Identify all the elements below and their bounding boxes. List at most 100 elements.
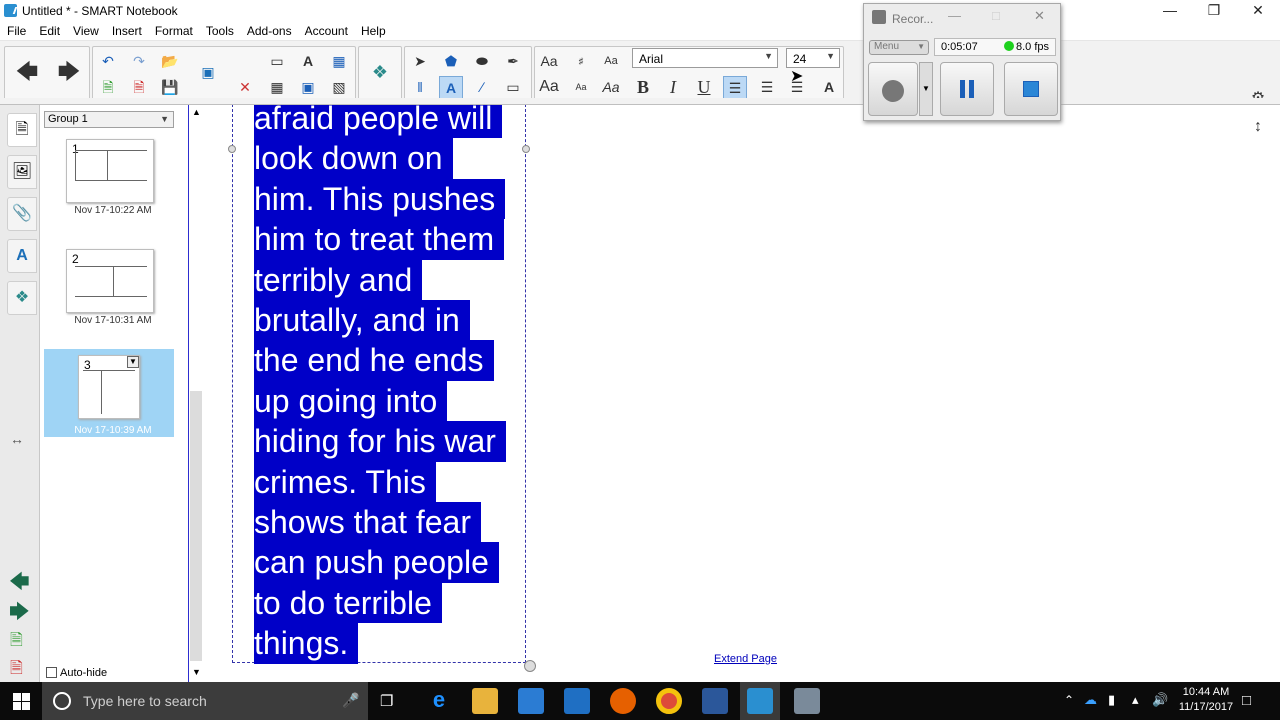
pens-icon[interactable]: ‖: [408, 76, 432, 100]
superscript-icon[interactable]: Aa: [537, 76, 561, 100]
font-family-select[interactable]: Arial ▼: [632, 48, 778, 68]
attachments-tab[interactable]: 📎: [7, 197, 37, 231]
menu-edit[interactable]: Edit: [32, 22, 66, 38]
bold-button[interactable]: B: [631, 76, 655, 100]
outlook-icon[interactable]: [564, 688, 590, 714]
clock[interactable]: 10:44 AM 11/17/2017: [1176, 686, 1236, 713]
menu-addons[interactable]: Add-ons: [240, 22, 298, 38]
fill-icon[interactable]: ⬬: [470, 50, 494, 74]
menu-tools[interactable]: Tools: [199, 22, 240, 38]
menu-help[interactable]: Help: [354, 22, 392, 38]
prev-page-side-icon[interactable]: 🡄: [9, 567, 30, 601]
selected-text-block[interactable]: afraid people will look down on him. Thi…: [254, 98, 524, 664]
scroll-down-icon[interactable]: ▼: [192, 667, 201, 677]
text-color-icon[interactable]: A: [817, 76, 841, 100]
recorder-close-button[interactable]: ✕: [1034, 8, 1045, 24]
page-thumbnail-2[interactable]: 2 Nov 17-10:31 AM: [44, 245, 172, 335]
minimize-button[interactable]: —: [1148, 0, 1192, 22]
properties-tab[interactable]: A: [7, 239, 37, 273]
recorder-taskbar-icon[interactable]: [794, 688, 820, 714]
restore-button[interactable]: ❐: [1192, 0, 1236, 22]
menu-view[interactable]: View: [66, 22, 105, 38]
menu-insert[interactable]: Insert: [105, 22, 148, 38]
word-icon[interactable]: [702, 688, 728, 714]
undo-icon[interactable]: ↶: [96, 50, 120, 74]
subscript-icon[interactable]: Aa: [569, 76, 593, 100]
extend-page-link[interactable]: Extend Page: [714, 653, 777, 665]
menu-format[interactable]: Format: [148, 22, 199, 38]
text-tool-icon[interactable]: A: [296, 50, 320, 74]
volume-icon[interactable]: 🔊: [1152, 692, 1168, 708]
delete-icon[interactable]: ✕: [233, 76, 257, 100]
text-icon[interactable]: A: [439, 76, 463, 100]
table-insert-icon[interactable]: ▦: [327, 50, 351, 74]
file-explorer-icon[interactable]: [472, 688, 498, 714]
add-page-icon[interactable]: 🗎: [96, 76, 120, 100]
delete-page-side-icon[interactable]: 🗎: [10, 657, 23, 684]
stop-button[interactable]: [1004, 62, 1058, 116]
show-hidden-icons[interactable]: ⌃: [1064, 693, 1074, 707]
chrome-icon[interactable]: [656, 688, 682, 714]
next-page-side-icon[interactable]: 🡆: [9, 597, 30, 631]
full-screen-icon[interactable]: ▭: [265, 50, 289, 74]
case-icon[interactable]: Aa: [599, 50, 623, 74]
wifi-icon[interactable]: ▴: [1132, 692, 1139, 708]
onedrive-icon[interactable]: ☁: [1084, 692, 1097, 708]
puzzle-icon[interactable]: ❖: [368, 61, 392, 85]
action-center-icon[interactable]: □: [1242, 692, 1251, 709]
close-button[interactable]: ✕: [1236, 0, 1280, 22]
menu-account[interactable]: Account: [298, 22, 354, 38]
scroll-up-icon[interactable]: ▲: [192, 107, 201, 117]
text-style-icon[interactable]: Aa: [599, 76, 623, 100]
microphone-icon[interactable]: 🎤: [342, 692, 359, 709]
eraser-icon[interactable]: ▭: [501, 76, 525, 100]
scroll-thumb[interactable]: [190, 391, 202, 661]
resize-arrows-icon[interactable]: ↔: [10, 431, 24, 447]
select-pointer-icon[interactable]: ➤: [408, 50, 432, 74]
align-left-icon[interactable]: ☰: [723, 76, 747, 100]
smart-notebook-taskbar-active[interactable]: [740, 682, 780, 720]
checkbox-box[interactable]: [46, 667, 57, 678]
addons-tab[interactable]: ❖: [7, 281, 37, 315]
autohide-checkbox[interactable]: Auto-hide: [46, 667, 107, 679]
font-size-select[interactable]: 24 ▼: [786, 48, 840, 68]
next-page-icon[interactable]: 🡆: [57, 61, 81, 85]
align-center-icon[interactable]: ☰: [755, 76, 779, 100]
redo-icon[interactable]: ↷: [127, 50, 151, 74]
screen-capture-icon[interactable]: ▧: [327, 76, 351, 100]
gallery-tab[interactable]: 🖼: [7, 155, 37, 189]
save-icon[interactable]: 💾: [158, 76, 182, 100]
battery-icon[interactable]: ▮: [1108, 692, 1115, 708]
group-select[interactable]: Group 1 ▼: [44, 111, 174, 128]
page-thumbnail-3[interactable]: 3 ▼ Nov 17-10:39 AM: [44, 349, 174, 437]
taskbar-search[interactable]: Type here to search 🎤: [42, 682, 368, 720]
thumbnail-menu-icon[interactable]: ▼: [127, 356, 139, 368]
table-icon[interactable]: ▦: [265, 76, 289, 100]
italic-button[interactable]: I: [661, 76, 685, 100]
resize-handle-left[interactable]: [228, 145, 236, 153]
firefox-icon[interactable]: [610, 688, 636, 714]
windows-start-icon[interactable]: [13, 693, 30, 710]
recorder-menu-button[interactable]: Menu ▼: [869, 40, 929, 55]
underline-button[interactable]: U: [692, 76, 716, 100]
record-button[interactable]: [868, 62, 918, 116]
screen-shade-icon[interactable]: ▣: [196, 61, 220, 85]
line-icon[interactable]: ∕: [470, 76, 494, 100]
font-increase-label[interactable]: Aa: [537, 50, 561, 74]
previous-page-icon[interactable]: 🡄: [15, 61, 39, 85]
store-icon[interactable]: [518, 688, 544, 714]
document-camera-icon[interactable]: ▣: [296, 76, 320, 100]
task-view-icon[interactable]: ❐: [380, 692, 393, 710]
shapes-icon[interactable]: ⬟: [439, 50, 463, 74]
page-thumbnail-1[interactable]: 1 Nov 17-10:22 AM: [44, 135, 172, 225]
magic-pen-icon[interactable]: ✒: [501, 50, 525, 74]
recorder-maximize-button[interactable]: □: [992, 8, 1000, 23]
resize-handle-corner[interactable]: [524, 660, 536, 672]
menu-file[interactable]: File: [0, 22, 32, 38]
pause-button[interactable]: [940, 62, 994, 116]
delete-page-icon[interactable]: 🗎: [127, 76, 151, 100]
add-page-side-icon[interactable]: 🗎: [10, 629, 23, 656]
recorder-minimize-button[interactable]: —: [948, 8, 961, 23]
page-sorter-tab[interactable]: 🗎: [7, 113, 37, 147]
toolbar-position-icon[interactable]: ↕: [1246, 116, 1270, 140]
